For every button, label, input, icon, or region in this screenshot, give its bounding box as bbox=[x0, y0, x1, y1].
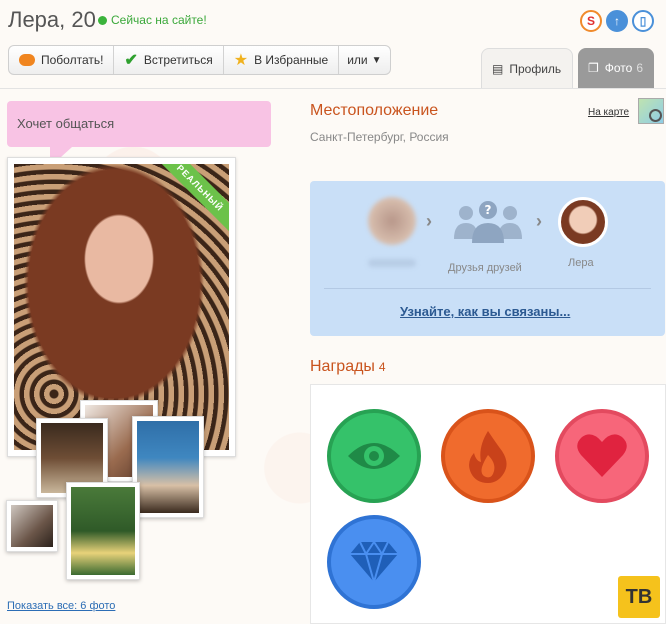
more-dropdown[interactable]: или ▼ bbox=[339, 46, 389, 74]
fire-icon bbox=[469, 431, 507, 483]
tab-photos-label: Фото bbox=[604, 61, 633, 75]
favorites-button[interactable]: ★ В Избранные bbox=[224, 46, 340, 74]
location-title: Местоположение bbox=[310, 102, 439, 119]
tab-profile-label: Профиль bbox=[509, 61, 562, 76]
favorites-button-label: В Избранные bbox=[254, 53, 329, 67]
chat-button[interactable]: Поболтать! bbox=[9, 46, 115, 74]
connection-divider bbox=[324, 288, 651, 289]
star-icon: ★ bbox=[233, 52, 249, 69]
eye-icon bbox=[348, 443, 400, 469]
svg-text:?: ? bbox=[485, 203, 492, 217]
meet-button[interactable]: ✔ Встретиться bbox=[114, 46, 224, 74]
online-status-text: Сейчас на сайте! bbox=[111, 13, 207, 27]
viewer-name-blurred bbox=[368, 259, 416, 267]
header-divider bbox=[0, 88, 666, 89]
upload-arrow-icon[interactable]: ↑ bbox=[606, 10, 628, 32]
awards-title-text: Награды bbox=[310, 358, 375, 375]
online-dot-icon bbox=[98, 15, 107, 25]
heart-icon bbox=[577, 434, 627, 477]
profile-card-icon: ▤ bbox=[492, 61, 504, 76]
status-bubble: Хочет общаться bbox=[7, 101, 271, 147]
connection-panel: › ? Друзья друзей › Лера Узнайте, как вы… bbox=[310, 181, 665, 336]
diamond-icon bbox=[350, 540, 398, 584]
online-status: Сейчас на сайте! bbox=[98, 13, 207, 27]
target-name-label: Лера bbox=[568, 257, 594, 269]
friends-of-friends-label: Друзья друзей bbox=[448, 262, 522, 274]
target-avatar[interactable] bbox=[558, 197, 608, 247]
viewer-avatar bbox=[368, 197, 416, 245]
friends-of-friends-icon: ? bbox=[454, 201, 522, 243]
awards-title: Награды 4 bbox=[310, 358, 386, 376]
top-icons: S ↑ ▯ bbox=[580, 10, 654, 32]
map-icon[interactable] bbox=[638, 98, 664, 124]
more-dropdown-label: или bbox=[347, 53, 368, 67]
tab-photos[interactable]: ❐ Фото 6 bbox=[578, 48, 654, 88]
photo-thumbnail[interactable] bbox=[66, 482, 140, 580]
awards-panel bbox=[310, 384, 666, 624]
location-value: Санкт-Петербург, Россия bbox=[310, 130, 449, 144]
chevron-down-icon: ▼ bbox=[371, 54, 382, 66]
action-bar: Поболтать! ✔ Встретиться ★ В Избранные и… bbox=[8, 45, 391, 75]
photos-icon: ❐ bbox=[588, 61, 599, 75]
how-connected-link[interactable]: Узнайте, как вы связаны... bbox=[400, 304, 570, 319]
photo-thumbnail[interactable] bbox=[6, 500, 58, 552]
profile-name: Лера, 20 bbox=[8, 7, 96, 32]
map-link[interactable]: На карте bbox=[588, 107, 629, 118]
phone-icon[interactable]: ▯ bbox=[632, 10, 654, 32]
chevron-right-icon: › bbox=[426, 211, 432, 231]
eye-award[interactable] bbox=[327, 409, 421, 503]
checkmark-icon: ✔ bbox=[124, 52, 138, 69]
photo-thumbnail[interactable] bbox=[132, 416, 204, 518]
meet-button-label: Встретиться bbox=[143, 53, 213, 67]
s-logo-icon[interactable]: S bbox=[580, 10, 602, 32]
tab-profile[interactable]: ▤ Профиль bbox=[481, 48, 573, 88]
real-badge: РЕАЛЬНЫЙ bbox=[154, 164, 229, 234]
diamond-award[interactable] bbox=[327, 515, 421, 609]
fire-award[interactable] bbox=[441, 409, 535, 503]
chat-button-label: Поболтать! bbox=[41, 53, 104, 67]
awards-count: 4 bbox=[378, 360, 386, 374]
chevron-right-icon: › bbox=[536, 211, 542, 231]
profile-header: Лера, 20 Сейчас на сайте! S ↑ ▯ bbox=[0, 0, 666, 40]
chat-bubble-icon bbox=[19, 54, 35, 66]
heart-award[interactable] bbox=[555, 409, 649, 503]
show-all-photos-link[interactable]: Показать все: 6 фото bbox=[7, 600, 115, 612]
tab-photos-count: 6 bbox=[636, 61, 644, 75]
watermark-badge: ТВ bbox=[618, 576, 660, 618]
